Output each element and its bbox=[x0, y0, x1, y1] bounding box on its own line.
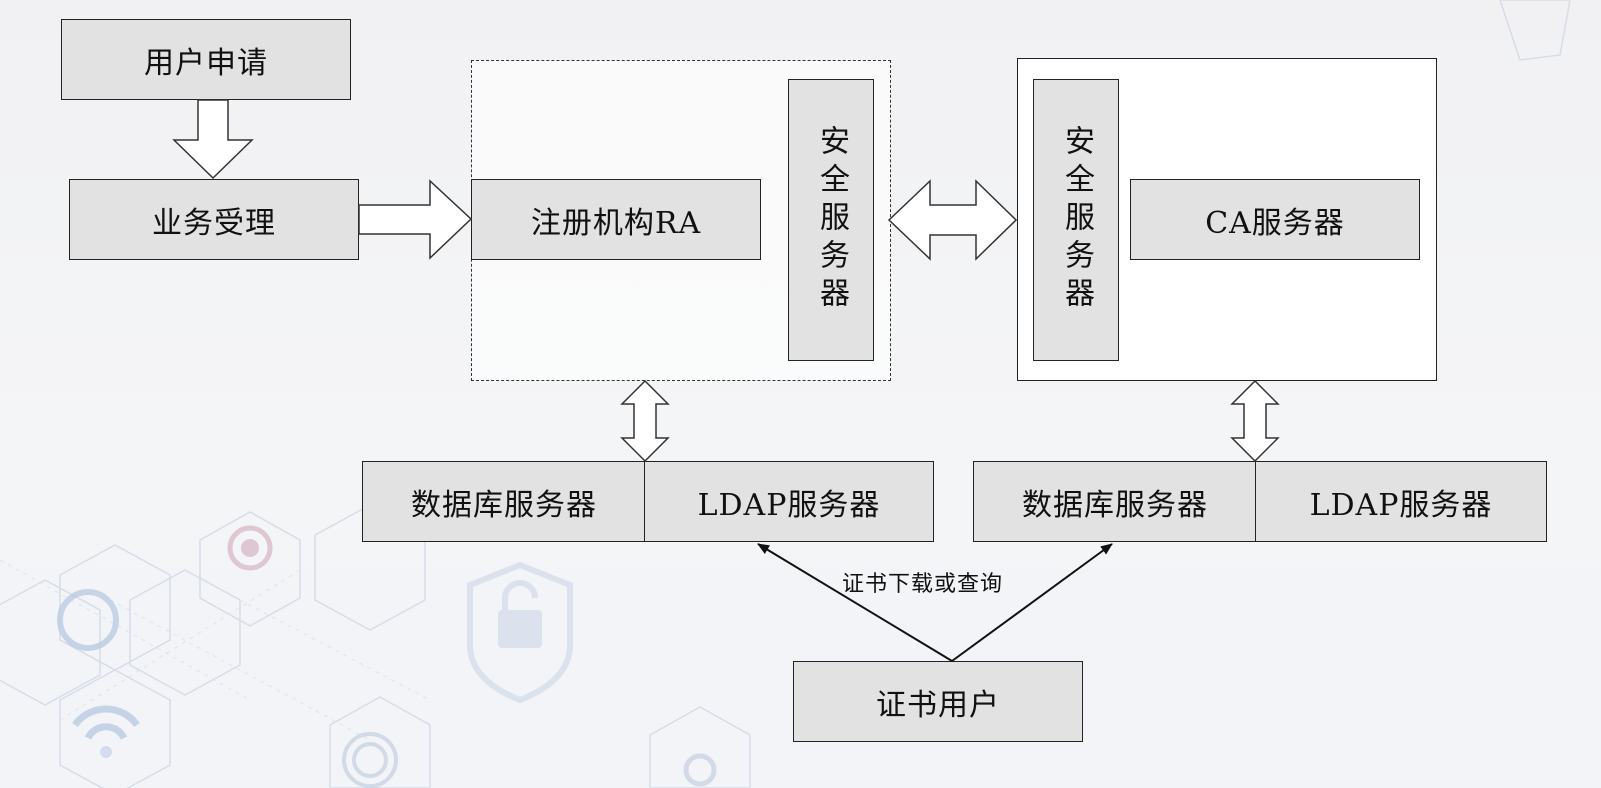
ca-db-server-label: 数据库服务器 bbox=[1022, 487, 1208, 523]
download-query-label: 证书下载或查询 bbox=[842, 572, 1004, 597]
business-accept-label: 业务受理 bbox=[152, 205, 276, 241]
ca-security-server-box: 安全服务器 bbox=[1033, 79, 1119, 361]
user-apply-box: 用户申请 bbox=[61, 19, 351, 100]
business-accept-box: 业务受理 bbox=[69, 179, 359, 260]
ra-security-server-box: 安全服务器 bbox=[788, 79, 874, 361]
cert-user-label: 证书用户 bbox=[876, 687, 1000, 723]
ca-server-box: CA服务器 bbox=[1130, 179, 1420, 260]
ra-ldap-server-box: LDAP服务器 bbox=[644, 461, 934, 542]
ra-security-server-label: 安全服务器 bbox=[814, 125, 849, 315]
user-apply-label: 用户申请 bbox=[144, 45, 268, 81]
ra-db-server-label: 数据库服务器 bbox=[411, 487, 597, 523]
ca-ldap-server-label: LDAP服务器 bbox=[1309, 487, 1493, 523]
ca-ldap-server-box: LDAP服务器 bbox=[1255, 461, 1547, 542]
ra-db-server-box: 数据库服务器 bbox=[362, 461, 646, 542]
ca-server-label: CA服务器 bbox=[1205, 205, 1345, 241]
ra-label: 注册机构RA bbox=[530, 205, 702, 241]
ra-ldap-server-label: LDAP服务器 bbox=[697, 487, 881, 523]
ca-db-server-box: 数据库服务器 bbox=[973, 461, 1257, 542]
ra-box: 注册机构RA bbox=[471, 179, 761, 260]
cert-user-box: 证书用户 bbox=[793, 661, 1083, 742]
ca-security-server-label: 安全服务器 bbox=[1059, 125, 1094, 315]
